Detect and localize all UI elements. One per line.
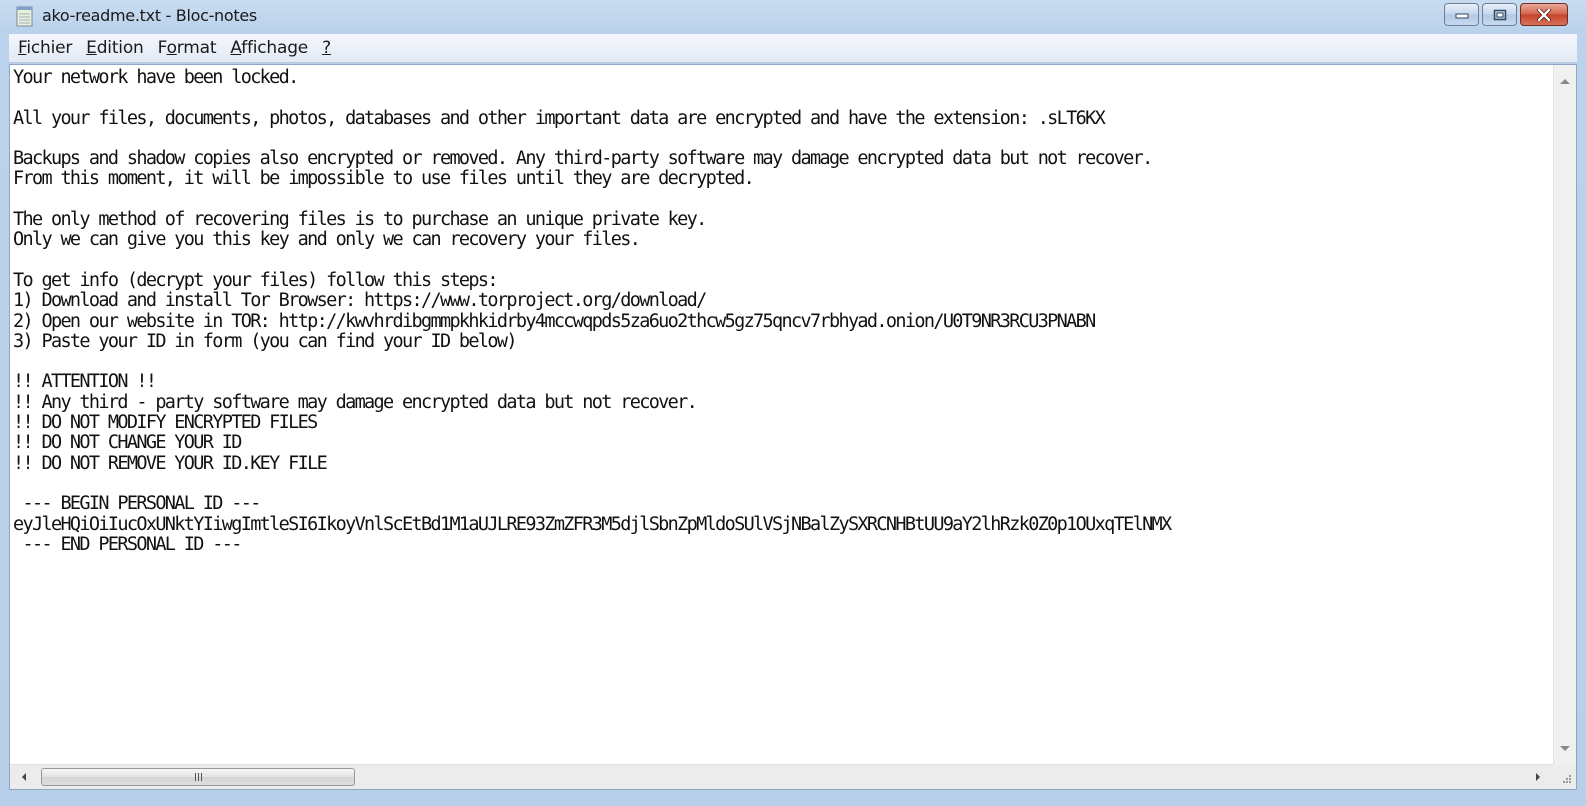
- scroll-right-arrow-icon[interactable]: [1536, 773, 1540, 781]
- text-line: To get info (decrypt your files) follow …: [13, 269, 499, 291]
- text-line: From this moment, it will be impossible …: [13, 168, 755, 190]
- text-line: !! Any third - party software may damage…: [13, 391, 698, 413]
- text-line: Your network have been locked.: [13, 68, 299, 88]
- maximize-button[interactable]: [1482, 3, 1517, 26]
- scroll-up-arrow-icon[interactable]: [1560, 79, 1570, 84]
- text-line: !! DO NOT REMOVE YOUR ID.KEY FILE: [13, 452, 328, 474]
- text-line: !! DO NOT MODIFY ENCRYPTED FILES: [13, 412, 318, 434]
- horizontal-scroll-thumb[interactable]: [41, 768, 355, 786]
- vertical-scrollbar[interactable]: [1553, 65, 1576, 765]
- text-line: [13, 474, 1531, 494]
- maximize-icon: [1493, 9, 1506, 20]
- notepad-icon: [16, 5, 34, 27]
- menu-bar: Fichier Edition Format Affichage ?: [9, 34, 1577, 63]
- window-title: ako-readme.txt - Bloc-notes: [42, 6, 257, 25]
- text-line: 1) Download and install Tor Browser: htt…: [13, 290, 707, 312]
- text-line: 3) Paste your ID in form (you can find y…: [13, 330, 518, 352]
- caption-buttons: [1444, 3, 1568, 28]
- text-editor[interactable]: Your network have been locked. All your …: [9, 64, 1577, 790]
- size-grip-icon[interactable]: [1554, 765, 1576, 789]
- text-line: --- BEGIN PERSONAL ID ---: [13, 493, 261, 515]
- close-button[interactable]: [1520, 3, 1568, 26]
- close-icon: [1537, 8, 1551, 21]
- title-bar[interactable]: ako-readme.txt - Bloc-notes: [0, 0, 1586, 34]
- text-line: [13, 251, 1531, 271]
- text-line: The only method of recovering files is t…: [13, 209, 707, 231]
- text-line: --- END PERSONAL ID ---: [13, 533, 242, 555]
- menu-affichage[interactable]: Affichage: [230, 38, 308, 58]
- horizontal-scrollbar[interactable]: [10, 764, 1554, 789]
- scroll-left-arrow-icon[interactable]: [22, 773, 26, 781]
- menu-format[interactable]: Format: [158, 38, 217, 58]
- grip-icon: [194, 773, 202, 781]
- text-line: Backups and shadow copies also encrypted…: [13, 148, 1153, 170]
- text-line: All your files, documents, photos, datab…: [13, 107, 1106, 129]
- text-line: [13, 190, 1531, 210]
- minimize-button[interactable]: [1444, 3, 1479, 26]
- menu-edition[interactable]: Edition: [86, 38, 144, 58]
- menu-help[interactable]: ?: [322, 38, 331, 58]
- text-line: !! ATTENTION !!: [13, 371, 157, 393]
- text-line: !! DO NOT CHANGE YOUR ID: [13, 432, 242, 454]
- document-text[interactable]: Your network have been locked. All your …: [13, 68, 1531, 761]
- notepad-window: ako-readme.txt - Bloc-notes Fichier Edit…: [0, 0, 1586, 806]
- text-line: [13, 352, 1531, 372]
- text-line: 2) Open our website in TOR: http://kwvhr…: [13, 310, 1096, 332]
- scroll-down-arrow-icon[interactable]: [1560, 746, 1570, 751]
- text-line: [13, 88, 1531, 108]
- text-line: eyJleHQiOiIucOxUNktYIiwgImtleSI6IkoyVnlS…: [13, 513, 1172, 535]
- text-line: Only we can give you this key and only w…: [13, 229, 641, 251]
- minimize-icon: [1455, 13, 1468, 18]
- menu-fichier[interactable]: Fichier: [18, 38, 72, 58]
- text-line: [13, 129, 1531, 149]
